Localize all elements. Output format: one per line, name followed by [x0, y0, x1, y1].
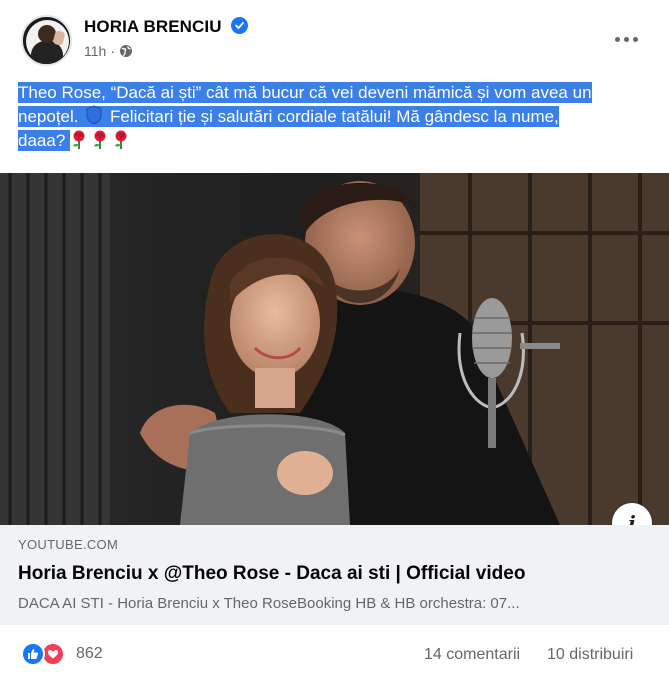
verified-badge-icon [231, 17, 248, 34]
post-meta: 11h · [84, 43, 133, 59]
link-preview-card[interactable]: YOUTUBE.COM Horia Brenciu x @Theo Rose -… [0, 525, 669, 625]
meta-separator: · [110, 43, 115, 59]
rose-emoji [70, 130, 88, 150]
caption-line-2b: Felicitari ție și salutări cordiale tată… [109, 106, 559, 127]
reaction-count: 862 [76, 645, 103, 662]
link-title[interactable]: Horia Brenciu x @Theo Rose - Daca ai sti… [18, 563, 648, 585]
globe-icon[interactable] [119, 44, 133, 58]
caption-line-2a: nepoțel. [18, 106, 79, 127]
shield-emoji [85, 105, 103, 125]
post-caption: Theo Rose, “Dacă ai ști” cât mă bucur că… [18, 81, 658, 153]
author-name[interactable]: HORIA BRENCIU [84, 17, 222, 37]
studio-photo-illustration [0, 173, 669, 525]
reactions-summary[interactable]: 862 [21, 642, 103, 666]
comments-count-link[interactable]: 14 comentarii [424, 646, 520, 664]
caption-line-1: Theo Rose, “Dacă ai ști” cât mă bucur că… [18, 82, 592, 103]
post-footer: 862 14 comentarii 10 distribuiri [0, 625, 669, 681]
link-domain: YOUTUBE.COM [18, 537, 119, 552]
facebook-post: HORIA BRENCIU 11h · Theo Rose, “Dacă ai … [0, 0, 669, 681]
like-icon [21, 642, 45, 666]
post-header: HORIA BRENCIU 11h · [0, 0, 669, 72]
shares-count-link[interactable]: 10 distribuiri [547, 646, 633, 664]
caption-line-3: daaa? [18, 130, 66, 151]
more-dot-icon [632, 36, 638, 42]
rose-emoji [91, 130, 109, 150]
more-dot-icon [623, 36, 629, 42]
link-description: DACA AI STI - Horia Brenciu x Theo RoseB… [18, 595, 520, 612]
more-options-button[interactable] [608, 24, 644, 54]
post-timestamp[interactable]: 11h [84, 43, 106, 59]
link-preview-image[interactable] [0, 173, 669, 525]
author-avatar[interactable] [21, 15, 72, 66]
rose-emoji [112, 130, 130, 150]
more-dot-icon [614, 36, 620, 42]
